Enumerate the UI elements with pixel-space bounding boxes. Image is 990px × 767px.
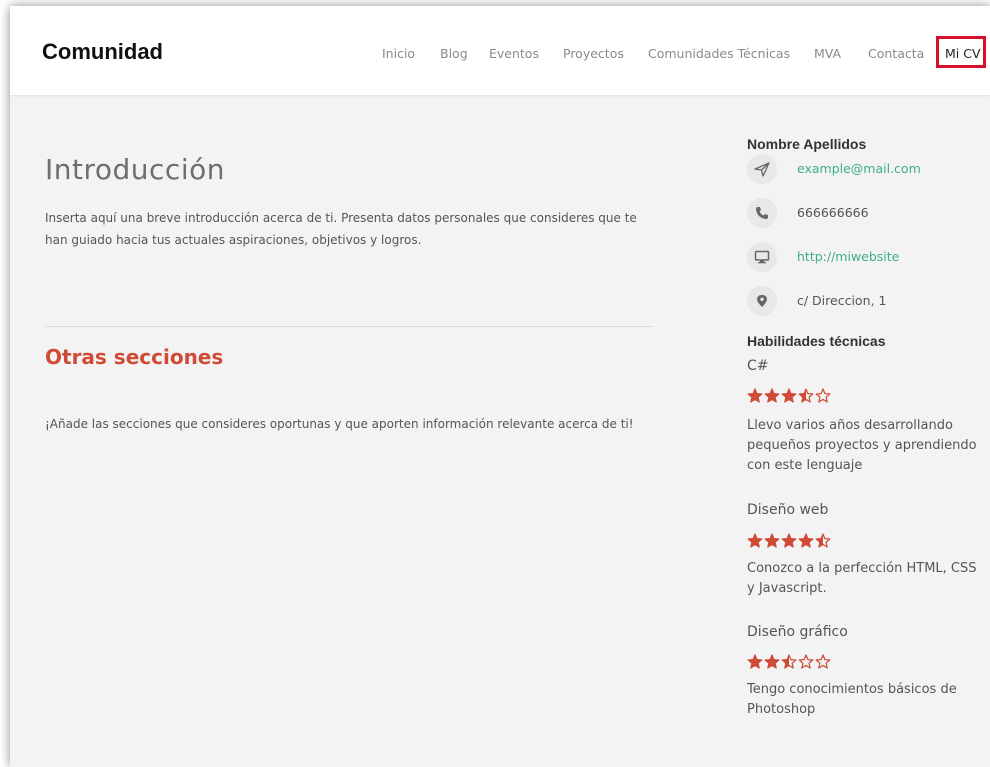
contact-address: c/ Direccion, 1 (797, 293, 887, 308)
other-sections-text: ¡Añade las secciones que consideres opor… (45, 417, 634, 431)
browser-page: Comunidad Inicio Blog Eventos Proyectos … (10, 6, 990, 767)
star-full-icon (781, 388, 797, 403)
nav-item-proyectos[interactable]: Proyectos (563, 46, 624, 62)
contact-address-row: c/ Direccion, 1 (747, 286, 987, 316)
brand-logo-text[interactable]: Comunidad (42, 39, 163, 65)
star-full-icon (747, 533, 763, 548)
nav-highlight-box (936, 36, 986, 68)
skill-rating-stars (747, 654, 832, 672)
star-full-icon (764, 654, 780, 669)
star-full-icon (798, 533, 814, 548)
skill-name: C# (747, 358, 769, 374)
site-header: Comunidad Inicio Blog Eventos Proyectos … (10, 6, 990, 95)
star-half-icon (815, 533, 831, 548)
skill-description: Conozco a la perfección HTML, CSS y Java… (747, 561, 977, 596)
nav-item-inicio[interactable]: Inicio (382, 46, 415, 62)
contact-email-row: example@mail.com (747, 154, 987, 184)
contact-email[interactable]: example@mail.com (797, 161, 921, 176)
star-full-icon (747, 654, 763, 669)
star-half-icon (798, 388, 814, 403)
skill-description: Llevo varios años desarrollando pequeños… (747, 418, 977, 473)
nav-item-comunidades-tecnicas[interactable]: Comunidades Técnicas (648, 46, 790, 62)
star-empty-icon (815, 654, 831, 669)
contact-phone-row: 666666666 (747, 198, 987, 228)
skill-name: Diseño gráfico (747, 624, 848, 640)
star-full-icon (764, 533, 780, 548)
skill-rating-stars (747, 388, 832, 406)
skill-description: Tengo conocimientos básicos de Photoshop (747, 682, 957, 717)
monitor-icon (747, 242, 777, 272)
star-empty-icon (815, 388, 831, 403)
skill-name: Diseño web (747, 502, 829, 518)
star-empty-icon (798, 654, 814, 669)
phone-icon (747, 198, 777, 228)
nav-item-blog[interactable]: Blog (440, 46, 468, 62)
contact-phone: 666666666 (797, 205, 869, 220)
nav-item-mva[interactable]: MVA (814, 46, 841, 62)
nav-item-contacta[interactable]: Contacta (868, 46, 924, 62)
star-full-icon (764, 388, 780, 403)
star-full-icon (747, 388, 763, 403)
paper-plane-icon (747, 154, 777, 184)
contact-website-row: http://miwebsite (747, 242, 987, 272)
skill-rating-stars (747, 533, 832, 551)
star-half-icon (781, 654, 797, 669)
section-divider (45, 326, 653, 327)
skills-heading: Habilidades técnicas (747, 333, 886, 349)
person-name: Nombre Apellidos (747, 136, 867, 152)
intro-heading: Introducción (45, 153, 225, 186)
contact-website[interactable]: http://miwebsite (797, 249, 899, 264)
map-marker-icon (747, 286, 777, 316)
star-full-icon (781, 533, 797, 548)
intro-text: Inserta aquí una breve introducción acer… (45, 211, 637, 247)
nav-item-eventos[interactable]: Eventos (489, 46, 539, 62)
other-sections-heading: Otras secciones (45, 345, 224, 369)
